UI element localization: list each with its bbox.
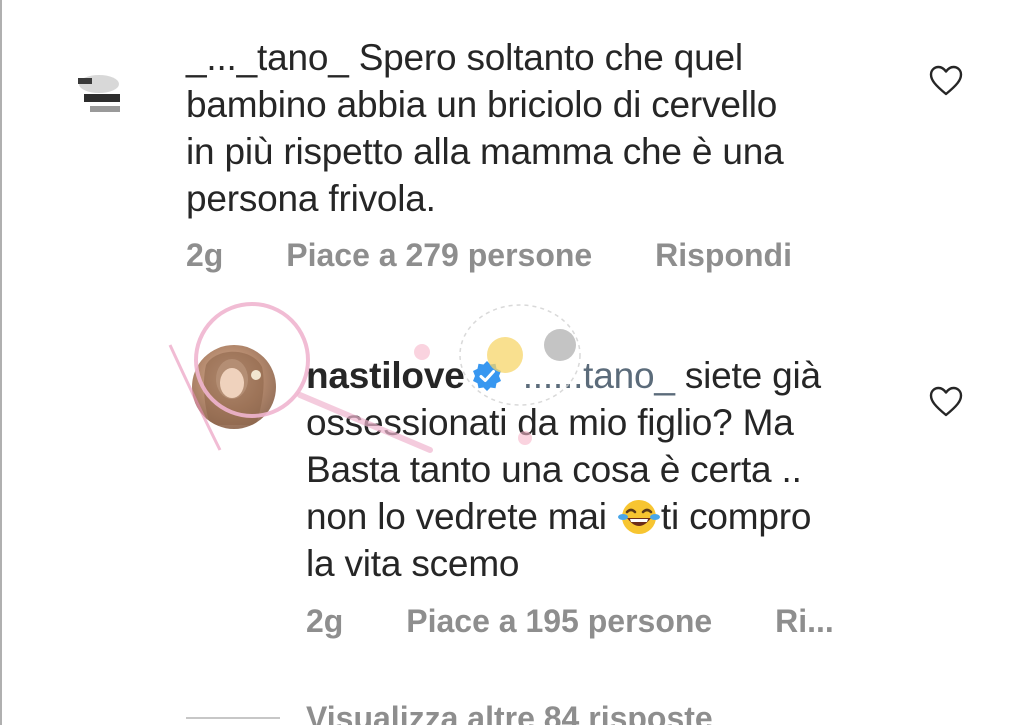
- comment-2-line-4-text: non lo vedrete mai: [306, 496, 607, 537]
- comment-1-line-3: in più rispetto alla mamma che è una: [186, 131, 784, 172]
- comment-2-text-first: siete già: [684, 355, 821, 396]
- like-heart-icon[interactable]: [929, 386, 963, 418]
- comment-1-line-2: bambino abbia un briciolo di cervello: [186, 84, 778, 125]
- comment-1-reply-button[interactable]: Rispondi: [655, 237, 792, 274]
- comment-2-reply-button[interactable]: Ri...: [775, 603, 834, 640]
- face-with-tears-of-joy-icon: [617, 500, 660, 534]
- comment-1-text: Spero soltanto che quel: [358, 37, 743, 78]
- comment-1-likes[interactable]: Piace a 279 persone: [286, 237, 592, 274]
- comment-2-mention[interactable]: ......tano_: [523, 355, 675, 396]
- avatar-photo: [203, 351, 264, 425]
- replies-divider: [186, 717, 280, 719]
- like-heart-icon[interactable]: [929, 65, 963, 97]
- comment-1-time: 2g: [186, 237, 224, 273]
- comment-2-likes[interactable]: Piace a 195 persone: [406, 603, 712, 640]
- avatar[interactable]: [74, 68, 124, 114]
- comment-1-line-1: _..._tano_ Spero soltanto che quel: [186, 34, 886, 81]
- comment-2-meta: 2g Piace a 195 persone Ri...: [306, 603, 834, 640]
- comment-2-line-2: ossessionati da mio figlio? Ma: [306, 402, 794, 443]
- view-more-replies-button[interactable]: Visualizza altre 84 risposte: [306, 700, 713, 725]
- comment-1-body: _..._tano_ Spero soltanto che quel bambi…: [186, 34, 886, 222]
- comment-1-meta: 2g Piace a 279 persone Rispondi: [186, 237, 792, 274]
- avatar[interactable]: [192, 345, 276, 429]
- comment-2-body: nastilove ......tano_ siete già ossessio…: [306, 352, 906, 587]
- comment-2-username[interactable]: nastilove: [306, 355, 465, 396]
- left-border: [0, 0, 2, 725]
- comment-2-line-4-after: ti compro: [660, 496, 812, 537]
- comment-2-line-5: la vita scemo: [306, 543, 520, 584]
- comment-2-line-4: non lo vedrete mai ti compro: [306, 493, 906, 540]
- comment-1-line-4: persona frivola.: [186, 178, 436, 219]
- comment-2-line-1: nastilove ......tano_ siete già: [306, 352, 906, 399]
- verified-badge-icon: [472, 361, 501, 391]
- comment-1-username[interactable]: _..._tano_: [186, 37, 349, 78]
- comment-2-line-3: Basta tanto una cosa è certa ..: [306, 449, 802, 490]
- comment-2-time: 2g: [306, 603, 344, 639]
